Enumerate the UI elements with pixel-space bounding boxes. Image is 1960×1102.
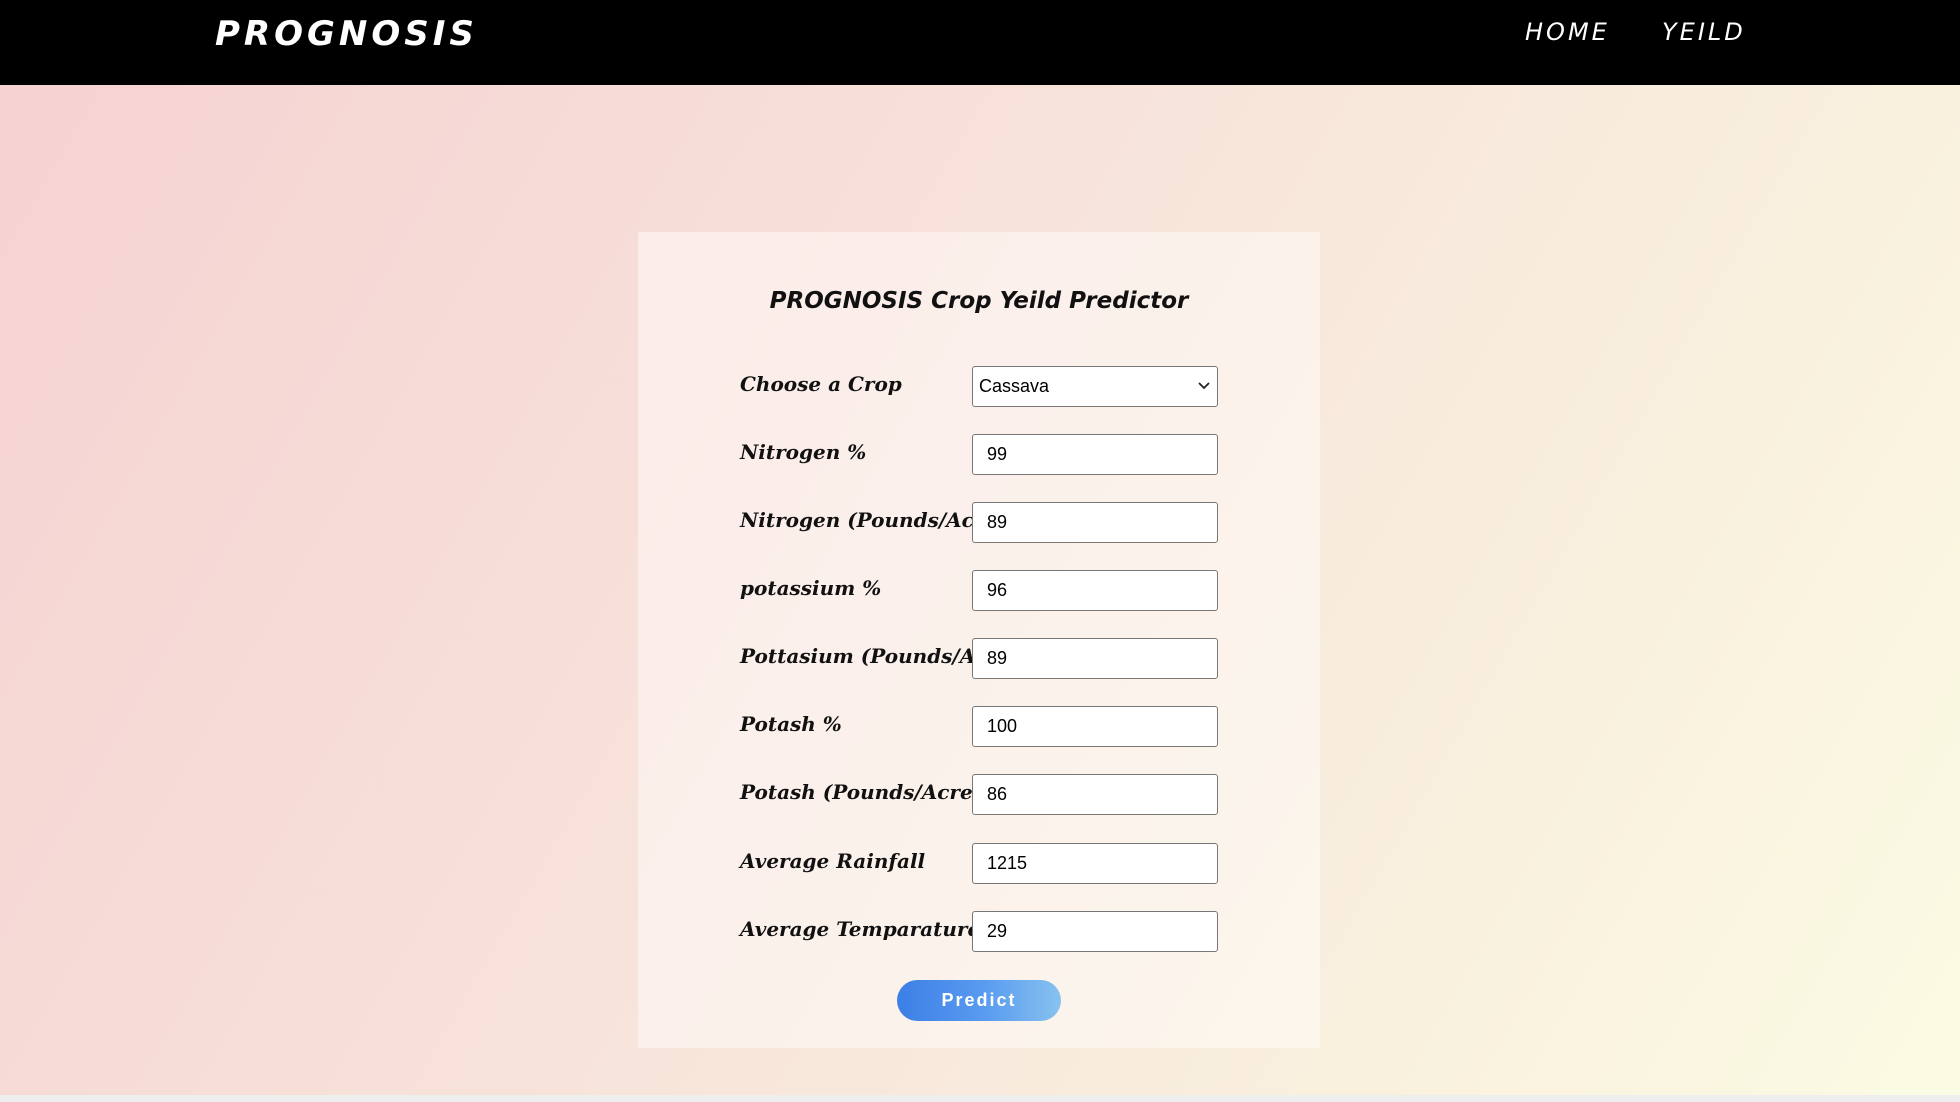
potassium-percent-input[interactable]	[972, 570, 1218, 611]
nitrogen-pounds-row: Nitrogen (Pounds/Acre)	[740, 502, 1220, 544]
top-navbar: PROGNOSIS HOME YEILD	[0, 0, 1960, 85]
predictor-form-card: PROGNOSIS Crop Yeild Predictor Choose a …	[638, 232, 1320, 1048]
crop-select[interactable]: Cassava	[972, 366, 1218, 407]
page-background: PROGNOSIS Crop Yeild Predictor Choose a …	[0, 85, 1960, 1095]
potassium-percent-row: potassium %	[740, 570, 1220, 612]
predict-button[interactable]: Predict	[897, 980, 1061, 1021]
nitrogen-percent-label: Nitrogen %	[740, 440, 867, 464]
potash-pounds-input[interactable]	[972, 774, 1218, 815]
potassium-pounds-row: Pottasium (Pounds/Acre)	[740, 638, 1220, 680]
chevron-down-icon	[1198, 382, 1210, 390]
temperature-input[interactable]	[972, 911, 1218, 952]
nitrogen-pounds-label: Nitrogen (Pounds/Acre)	[740, 508, 1007, 532]
nitrogen-pounds-input[interactable]	[972, 502, 1218, 543]
potash-pounds-row: Potash (Pounds/Acre)	[740, 774, 1220, 816]
nav-link-home[interactable]: HOME	[1525, 18, 1610, 46]
brand-logo[interactable]: PROGNOSIS	[215, 14, 478, 54]
form-title: PROGNOSIS Crop Yeild Predictor	[769, 288, 1189, 314]
crop-row: Choose a Crop Cassava	[740, 366, 1220, 408]
nitrogen-percent-input[interactable]	[972, 434, 1218, 475]
temperature-label: Average Temparature	[740, 917, 981, 941]
potassium-pounds-input[interactable]	[972, 638, 1218, 679]
potash-percent-input[interactable]	[972, 706, 1218, 747]
nitrogen-percent-row: Nitrogen %	[740, 434, 1220, 476]
rainfall-input[interactable]	[972, 843, 1218, 884]
rainfall-row: Average Rainfall	[740, 843, 1220, 885]
potassium-percent-label: potassium %	[740, 576, 882, 600]
nav-link-yeild[interactable]: YEILD	[1662, 18, 1746, 46]
potash-percent-label: Potash %	[740, 712, 842, 736]
temperature-row: Average Temparature	[740, 911, 1220, 953]
potash-percent-row: Potash %	[740, 706, 1220, 748]
crop-label: Choose a Crop	[740, 372, 902, 396]
rainfall-label: Average Rainfall	[740, 849, 926, 873]
crop-select-value: Cassava	[979, 376, 1050, 396]
potash-pounds-label: Potash (Pounds/Acre)	[740, 780, 983, 804]
